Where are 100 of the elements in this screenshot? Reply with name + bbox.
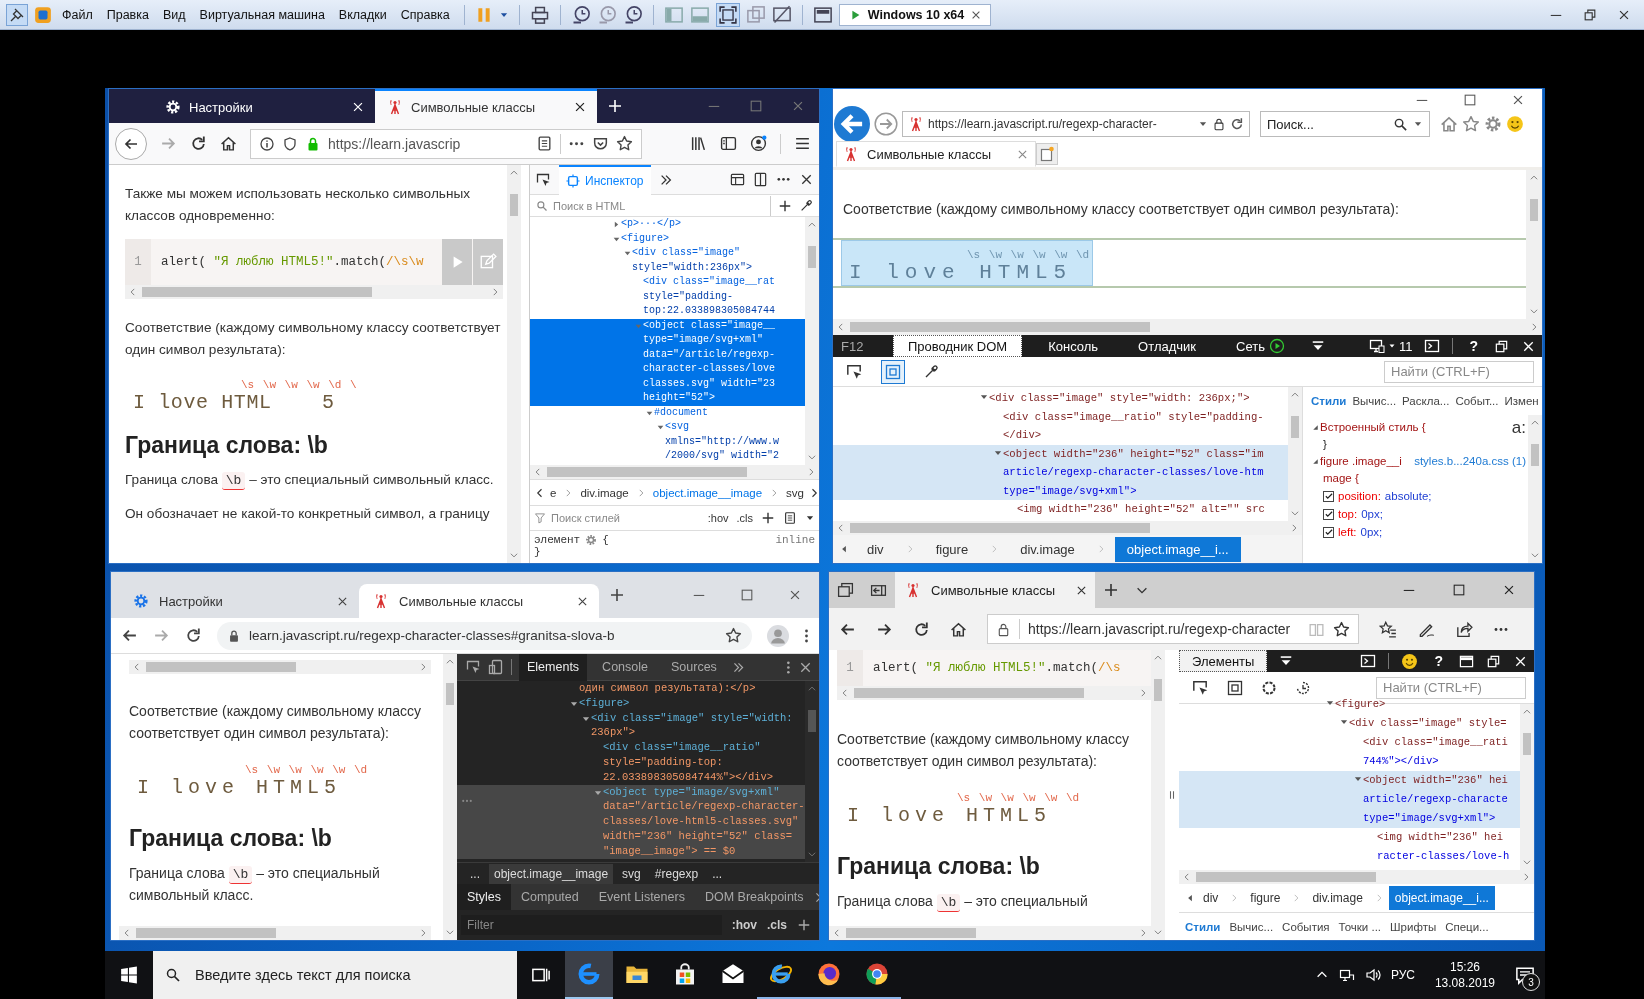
- devtools-tab[interactable]: DOM Breakpoints: [694, 884, 814, 910]
- tree-row[interactable]: <div class="image__rati 744%"></div>: [1179, 733, 1520, 771]
- browser-tab[interactable]: Настройки: [119, 584, 359, 618]
- menu-item[interactable]: Правка: [102, 7, 153, 22]
- help-button[interactable]: ?: [1430, 653, 1447, 669]
- breadcrumb[interactable]: object.image__i...: [1114, 536, 1241, 562]
- breadcrumb[interactable]: figure: [1244, 886, 1287, 910]
- browser-tab[interactable]: Символьные классы: [895, 572, 1095, 608]
- tree-row[interactable]: <img width="236" hei racter-classes/love-h: [1179, 828, 1520, 866]
- devtools-tab[interactable]: Стили: [1185, 920, 1221, 933]
- breadcrumb[interactable]: #regexp: [649, 863, 704, 884]
- devtools-tab[interactable]: Проводник DOM: [893, 335, 1023, 357]
- breadcrumb[interactable]: svg: [617, 863, 646, 884]
- devtools-tab[interactable]: Инспектор: [559, 164, 651, 195]
- tree-row[interactable]: <div class="image" style="width: 236px;">: [833, 389, 1288, 408]
- browser-tab[interactable]: Символьные классы: [359, 584, 599, 618]
- tree-row[interactable]: <svg xmlns="http://www.w /2000/svg" width="2: [530, 420, 805, 464]
- devtools-tab[interactable]: Точки ...: [1338, 920, 1382, 933]
- font-toggle[interactable]: a:: [1511, 419, 1526, 436]
- tree-row[interactable]: <object width="236" hei article/regexp-characte type="image/svg+xml">: [1179, 771, 1520, 828]
- devtools-tab[interactable]: Console: [594, 653, 656, 681]
- tree-row[interactable]: <div class="image__ratio" style="padding- </div>: [833, 407, 1288, 445]
- breadcrumb[interactable]: figure: [923, 536, 981, 562]
- devtools-tab[interactable]: События: [1282, 920, 1330, 933]
- tree-row[interactable]: <div class="image" style="width: 236px">: [457, 710, 805, 741]
- menu-item[interactable]: Файл: [58, 7, 97, 22]
- search-field[interactable]: Введите здесь текст для поиска: [153, 951, 517, 999]
- browser-tab[interactable]: Символьные классы: [836, 141, 1036, 167]
- menu-item[interactable]: Справка: [396, 7, 454, 22]
- tree-row[interactable]: <figure>: [530, 231, 805, 246]
- search-input[interactable]: Поиск...: [1267, 116, 1388, 132]
- tree-row[interactable]: один символ результата):</p>: [457, 681, 805, 696]
- devtools-tab[interactable]: Элементы: [1179, 650, 1268, 672]
- breadcrumb[interactable]: object.image__image: [652, 486, 763, 499]
- find-field[interactable]: Найти (CTRL+F): [1376, 676, 1526, 699]
- devtools-tab[interactable]: Измен: [1504, 395, 1539, 407]
- filter-field[interactable]: Filter: [461, 915, 722, 935]
- devtools-tab[interactable]: Консоль: [1034, 335, 1113, 357]
- tree-row[interactable]: <div class="image__rat style="padding- top:22.033898305084744: [530, 275, 805, 319]
- language-indicator[interactable]: РУС: [1390, 968, 1415, 982]
- menu-item[interactable]: Виртуальная машина: [195, 7, 329, 22]
- tree-row[interactable]: <div class="image" style=: [1179, 714, 1520, 733]
- find-field[interactable]: Найти (CTRL+F): [1384, 360, 1534, 383]
- devtools-tab[interactable]: Computed: [511, 884, 589, 910]
- browser-tab[interactable]: Символьные классы: [375, 89, 597, 123]
- tree-row[interactable]: <object width="236" height="52" class="im article/regexp-character-classes/love-htm type="image/svg+xml">: [833, 444, 1288, 500]
- address-field[interactable]: https://learn.javascript.ru/regexp-character-: [902, 111, 1250, 137]
- devtools-tab[interactable]: Событ...: [1455, 395, 1499, 407]
- breadcrumb[interactable]: div.image: [580, 486, 629, 499]
- devtools-tab[interactable]: Шрифты: [1390, 920, 1437, 933]
- breadcrumb[interactable]: div.image: [1008, 536, 1087, 562]
- address-field[interactable]: https://learn.javascript.ru/regexp-character: [987, 614, 1359, 644]
- breadcrumb[interactable]: div.image: [1306, 886, 1369, 910]
- vm-tab[interactable]: Windows 10 x64: [838, 3, 992, 26]
- devtools-tab[interactable]: Event Listeners: [588, 884, 695, 910]
- rule-source[interactable]: inline: [775, 534, 815, 546]
- devtools-tab[interactable]: Вычис...: [1352, 395, 1397, 407]
- breadcrumb[interactable]: object.image__i...: [1388, 886, 1495, 910]
- toggle-button[interactable]: .cls: [736, 512, 753, 524]
- address-field[interactable]: learn.javascript.ru/regexp-character-classes#granitsa-slova-b: [217, 621, 752, 650]
- search-field[interactable]: Поиск...: [1260, 111, 1430, 137]
- devtools-tab[interactable]: Сеть: [1222, 335, 1299, 357]
- filter-input[interactable]: Filter: [467, 918, 716, 932]
- breadcrumb[interactable]: div: [855, 536, 896, 562]
- search-input[interactable]: Введите здесь текст для поиска: [193, 966, 505, 984]
- tree-row[interactable]: <object class="image__ type="image/svg+xml" data="/article/regexp- character-classes/love classes.svg" width="23 height="52">: [530, 318, 805, 406]
- devtools-tab[interactable]: Раскла...: [1402, 395, 1450, 407]
- tree-row[interactable]: <figure>: [457, 695, 805, 711]
- stylesheet-link[interactable]: styles.b...240a.css (1): [1414, 453, 1526, 470]
- devtools-tab[interactable]: Отладчик: [1124, 335, 1210, 357]
- clock[interactable]: 15:26 13.08.2019: [1434, 959, 1495, 991]
- find-input[interactable]: Найти (CTRL+F): [1383, 680, 1519, 695]
- tree-row[interactable]: <div class="image__ratio" style="padding-top: 22.033898305084744%"></div>: [457, 740, 805, 785]
- emulation-dropdown[interactable]: 11: [1368, 338, 1413, 354]
- toggle-button[interactable]: :hov: [707, 512, 729, 524]
- address-field[interactable]: https://learn.javascrip: [250, 128, 642, 159]
- devtools-tab[interactable]: Специ...: [1445, 920, 1489, 933]
- tree-row[interactable]: <object type="image/svg+xml" data="/article/regexp-character- classes/love-html5-classes.svg" width="236" height="52" class= "image__image"> == $0: [457, 784, 805, 859]
- breadcrumb[interactable]: e: [550, 486, 557, 499]
- devtools-tab[interactable]: Вычис...: [1229, 920, 1274, 933]
- help-button[interactable]: ?: [1465, 338, 1482, 354]
- devtools-tab[interactable]: Стили: [1311, 395, 1347, 407]
- menu-item[interactable]: Вид: [158, 7, 190, 22]
- browser-tab[interactable]: Настройки: [153, 89, 375, 123]
- devtools-tab[interactable]: Styles: [457, 884, 512, 910]
- toggle-button[interactable]: .cls: [767, 918, 787, 932]
- toggle-button[interactable]: :hov: [731, 918, 757, 932]
- breadcrumb[interactable]: ...: [465, 863, 485, 884]
- menu-item[interactable]: Вкладки: [334, 7, 391, 22]
- find-input[interactable]: Найти (CTRL+F): [1391, 364, 1527, 379]
- breadcrumb[interactable]: div: [1197, 886, 1225, 910]
- tree-row[interactable]: #document: [530, 405, 805, 420]
- breadcrumb[interactable]: ...: [707, 863, 728, 884]
- breadcrumb[interactable]: object.image__image: [489, 863, 614, 884]
- breadcrumb[interactable]: svg: [786, 486, 804, 499]
- tree-row[interactable]: <p>···</p>: [530, 217, 805, 232]
- tree-row[interactable]: <img width="236" height="52" alt="" src: [833, 500, 1288, 519]
- devtools-tab[interactable]: Elements: [519, 653, 588, 681]
- devtools-tab[interactable]: Sources: [663, 653, 725, 681]
- tree-row[interactable]: <div class="image" style="width:236px">: [530, 246, 805, 275]
